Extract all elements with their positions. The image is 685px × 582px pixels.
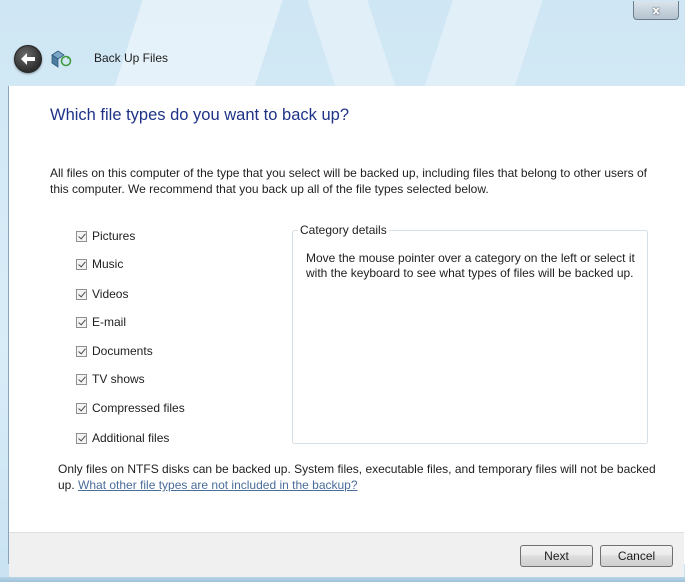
intro-text: All files on this computer of the type t… (50, 166, 648, 196)
file-type-label: Compressed files (92, 401, 185, 415)
file-type-label: Additional files (92, 431, 170, 445)
glass-decoration (0, 0, 685, 90)
checkbox-icon[interactable] (76, 345, 87, 357)
category-details-text: Move the mouse pointer over a category o… (306, 251, 635, 280)
file-type-email[interactable]: E-mail (76, 313, 126, 331)
file-type-label: E-mail (92, 315, 127, 329)
checkbox-icon[interactable] (76, 432, 87, 444)
close-icon: x (652, 3, 660, 17)
close-button[interactable]: x (633, 1, 679, 20)
checkbox-icon[interactable] (76, 402, 87, 414)
cancel-button[interactable]: Cancel (600, 545, 673, 567)
file-type-label: Pictures (92, 229, 136, 243)
file-type-label: Videos (92, 287, 129, 301)
window-title: Back Up Files (94, 51, 169, 65)
file-type-compressed[interactable]: Compressed files (76, 399, 185, 417)
file-type-tv-shows[interactable]: TV shows (76, 370, 145, 388)
next-button[interactable]: Next (520, 545, 593, 567)
backup-app-icon (50, 49, 72, 69)
file-type-music[interactable]: Music (76, 255, 123, 273)
category-details-legend: Category details (298, 223, 389, 237)
file-type-label: Music (92, 257, 124, 271)
file-type-label: TV shows (92, 372, 145, 386)
window-bottom-edge (0, 577, 685, 582)
file-type-documents[interactable]: Documents (76, 342, 153, 360)
checkbox-icon[interactable] (76, 288, 87, 300)
excluded-file-types-link[interactable]: What other file types are not included i… (78, 478, 358, 492)
checkbox-icon[interactable] (76, 316, 87, 328)
file-type-pictures[interactable]: Pictures (76, 227, 135, 245)
page-heading: Which file types do you want to back up? (50, 106, 349, 124)
checkbox-icon[interactable] (76, 230, 87, 242)
back-arrow-icon (21, 53, 35, 65)
file-type-additional[interactable]: Additional files (76, 429, 169, 447)
file-type-label: Documents (92, 344, 153, 358)
back-button[interactable] (14, 45, 42, 73)
checkbox-icon[interactable] (76, 258, 87, 270)
checkbox-icon[interactable] (76, 373, 87, 385)
ntfs-note: Only files on NTFS disks can be backed u… (58, 461, 668, 493)
file-type-videos[interactable]: Videos (76, 285, 128, 303)
